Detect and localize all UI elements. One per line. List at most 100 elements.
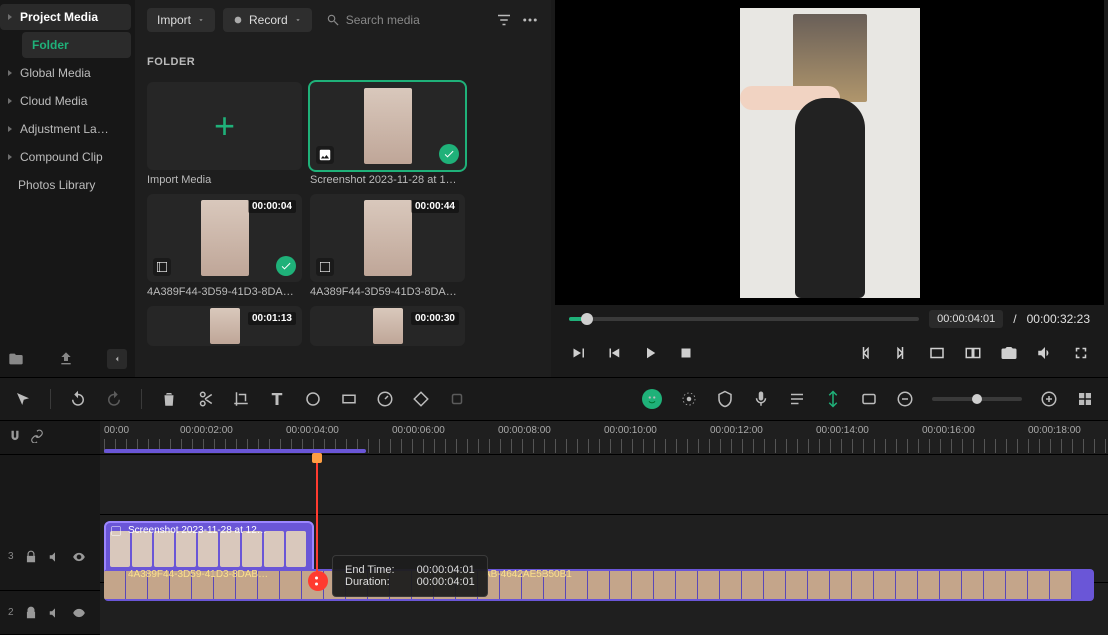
sidebar-child-label: Folder	[32, 38, 69, 52]
media-thumb[interactable]: 00:00:04	[147, 194, 302, 282]
viewer[interactable]	[555, 0, 1104, 305]
play-icon[interactable]	[641, 344, 659, 362]
timeline-clip[interactable]: 4A389F44-3D59-41D3-8DAB… AB-4642AE5B50B1	[104, 569, 1094, 601]
current-time[interactable]: 00:00:04:01	[929, 310, 1003, 328]
speed-icon[interactable]	[376, 390, 394, 408]
cursor-tool-icon[interactable]	[14, 390, 32, 408]
lock-icon[interactable]	[24, 606, 38, 620]
undo-icon[interactable]	[69, 390, 87, 408]
track-head[interactable]: 3	[0, 523, 100, 591]
layout-icon[interactable]	[1076, 390, 1094, 408]
sidebar-item-compound-clip[interactable]: Compound Clip	[0, 144, 131, 170]
list-icon[interactable]	[788, 390, 806, 408]
sidebar-item-label: Compound Clip	[20, 150, 103, 164]
more-icon[interactable]	[521, 11, 539, 29]
volume-icon[interactable]	[1036, 344, 1054, 362]
track-head[interactable]: 2	[0, 591, 100, 635]
record-button[interactable]: Record	[223, 8, 312, 32]
ruler-tick: 00:00	[104, 425, 129, 436]
fullscreen-icon[interactable]	[1072, 344, 1090, 362]
media-name: Screenshot 2023-11-28 at 1…	[310, 174, 465, 186]
text-icon[interactable]	[268, 390, 286, 408]
compare-icon[interactable]	[964, 344, 982, 362]
folder-heading: FOLDER	[147, 56, 539, 68]
prev-frame-icon[interactable]	[569, 344, 587, 362]
expand-icon	[8, 98, 14, 104]
aspect-icon[interactable]	[928, 344, 946, 362]
export-icon[interactable]	[58, 351, 74, 367]
mark-out-icon[interactable]	[892, 344, 910, 362]
preview-panel: 00:00:04:01 / 00:00:32:23	[551, 0, 1108, 377]
playhead[interactable]	[316, 455, 318, 583]
keyframe-icon[interactable]	[448, 390, 466, 408]
delete-icon[interactable]	[160, 390, 178, 408]
transition-icon[interactable]	[340, 390, 358, 408]
sidebar-item-photos-library[interactable]: Photos Library	[0, 172, 131, 198]
split-icon[interactable]	[196, 390, 214, 408]
track-number: 2	[8, 607, 14, 618]
snapshot-icon[interactable]	[1000, 344, 1018, 362]
zoom-slider[interactable]	[932, 397, 1022, 401]
sidebar-item-label: Adjustment La…	[20, 122, 109, 136]
mute-icon[interactable]	[48, 606, 62, 620]
sidebar-item-global-media[interactable]: Global Media	[0, 60, 131, 86]
ruler-tick: 00:00:08:00	[498, 425, 551, 436]
zoom-in-icon[interactable]	[1040, 390, 1058, 408]
sidebar-child-folder[interactable]: Folder	[22, 32, 131, 58]
color-icon[interactable]	[304, 390, 322, 408]
media-thumb[interactable]: 00:00:30	[310, 306, 465, 346]
import-button[interactable]: Import	[147, 8, 215, 32]
duration-badge: 00:00:44	[411, 200, 459, 213]
clip-label: AB-4642AE5B50B1	[484, 569, 572, 580]
shield-icon[interactable]	[716, 390, 734, 408]
clip-tooltip: End Time: 00:00:04:01 Duration: 00:00:04…	[332, 555, 488, 597]
visibility-icon[interactable]	[72, 606, 86, 620]
stop-icon[interactable]	[677, 344, 695, 362]
magnet-icon[interactable]	[8, 429, 22, 443]
mute-icon[interactable]	[48, 550, 62, 564]
ruler-tick: 00:00:18:00	[1028, 425, 1081, 436]
new-folder-icon[interactable]	[8, 351, 24, 367]
lock-icon[interactable]	[24, 550, 38, 564]
tooltip-dur-value: 00:00:04:01	[417, 576, 475, 588]
expand-icon	[8, 126, 14, 132]
timeline: 3 2 00:00 00:00:02:00 00:00:04:00 00:00:…	[0, 421, 1108, 635]
cut-marker-icon[interactable]	[308, 571, 328, 591]
marker-icon[interactable]	[824, 390, 842, 408]
link-icon[interactable]	[30, 429, 44, 443]
search-input[interactable]: Search media	[320, 13, 487, 27]
sidebar-item-cloud-media[interactable]: Cloud Media	[0, 88, 131, 114]
expand-icon	[8, 70, 14, 76]
mark-in-icon[interactable]	[856, 344, 874, 362]
tag-icon[interactable]	[412, 390, 430, 408]
used-check-icon	[276, 256, 296, 276]
sidebar-item-project-media[interactable]: Project Media	[0, 4, 131, 30]
video-type-icon	[316, 258, 334, 276]
collapse-sidebar-button[interactable]	[107, 349, 127, 369]
chevron-down-icon	[294, 16, 302, 24]
import-media-slot[interactable]: +	[147, 82, 302, 170]
media-thumb[interactable]: 00:01:13	[147, 306, 302, 346]
time-ruler[interactable]: 00:00 00:00:02:00 00:00:04:00 00:00:06:0…	[100, 421, 1108, 455]
zoom-out-icon[interactable]	[896, 390, 914, 408]
media-thumb[interactable]	[310, 82, 465, 170]
mic-icon[interactable]	[752, 390, 770, 408]
plus-icon: +	[214, 105, 235, 147]
redo-icon[interactable]	[105, 390, 123, 408]
effects-icon[interactable]	[680, 390, 698, 408]
duration-badge: 00:01:13	[248, 312, 296, 325]
crop-icon[interactable]	[232, 390, 250, 408]
step-back-icon[interactable]	[605, 344, 623, 362]
ai-portrait-icon[interactable]	[642, 389, 662, 409]
media-thumb[interactable]: 00:00:44	[310, 194, 465, 282]
ruler-tick: 00:00:14:00	[816, 425, 869, 436]
sidebar-item-adjustment-layer[interactable]: Adjustment La…	[0, 116, 131, 142]
tracks-area[interactable]: 00:00 00:00:02:00 00:00:04:00 00:00:06:0…	[100, 421, 1108, 635]
sidebar-item-label: Global Media	[20, 66, 91, 80]
media-sidebar: Project Media Folder Global Media Cloud …	[0, 0, 135, 377]
scrubber[interactable]	[569, 317, 919, 321]
media-name: 4A389F44-3D59-41D3-8DA…	[147, 286, 302, 298]
visibility-icon[interactable]	[72, 550, 86, 564]
render-icon[interactable]	[860, 390, 878, 408]
filter-icon[interactable]	[495, 11, 513, 29]
